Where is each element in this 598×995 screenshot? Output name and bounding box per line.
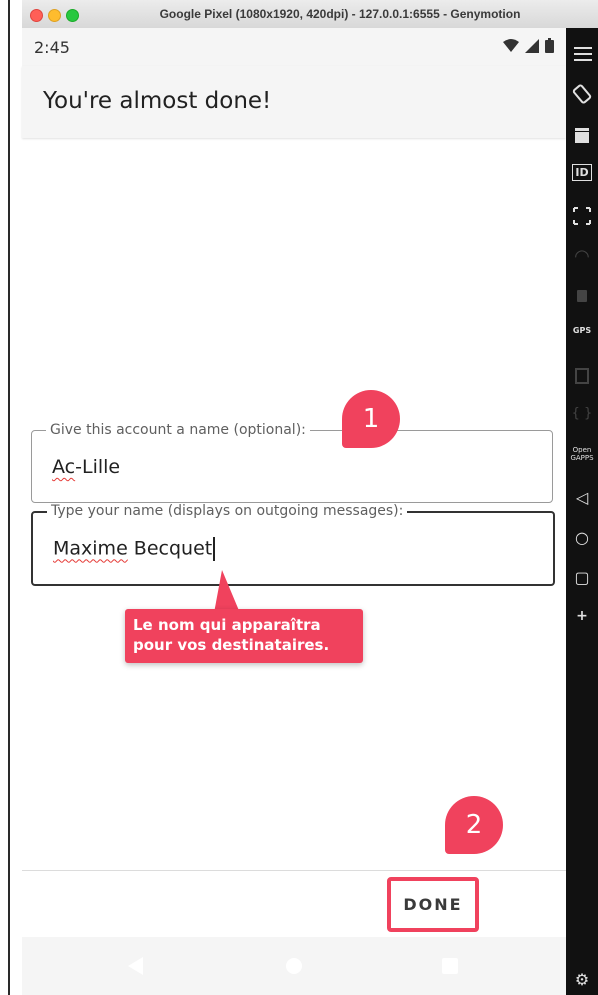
- recents-icon[interactable]: ▢: [566, 568, 598, 587]
- account-name-rest: -Lille: [75, 456, 121, 478]
- annotation-badge-1: 1: [342, 390, 400, 448]
- signal-icon: [525, 38, 539, 53]
- home-icon[interactable]: ○: [566, 528, 598, 547]
- camera-icon[interactable]: [566, 126, 598, 146]
- genymotion-sidebar: ID ◠ GPS { } Open GAPPS ◁ ○ ▢ + ⚙: [566, 28, 598, 995]
- account-name-input[interactable]: Ac-Lille: [52, 456, 120, 478]
- status-bar: 2:45: [22, 28, 566, 66]
- callout-pointer: [214, 570, 240, 613]
- page-title: You're almost done!: [43, 88, 272, 114]
- open-gapps-icon[interactable]: Open GAPPS: [566, 446, 598, 462]
- device-screen: 2:45 You're almost done! Give this accou…: [22, 28, 566, 995]
- device-id-icon[interactable]: ID: [566, 164, 598, 181]
- annotation-badge-2: 2: [445, 796, 503, 854]
- android-nav-bar: [22, 937, 566, 995]
- done-button[interactable]: DONE: [387, 877, 479, 932]
- your-name-input[interactable]: Maxime Becquet: [53, 537, 216, 561]
- status-time: 2:45: [34, 38, 70, 57]
- nav-home-icon[interactable]: [286, 958, 302, 974]
- your-name-rest: Becquet: [127, 537, 213, 560]
- nav-back-icon[interactable]: [128, 957, 143, 975]
- cast-icon[interactable]: ◠: [566, 246, 598, 267]
- pixel-perfect-icon[interactable]: [566, 206, 598, 226]
- gps-icon[interactable]: GPS: [566, 326, 598, 335]
- menu-icon[interactable]: [566, 44, 598, 64]
- your-name-label: Type your name (displays on outgoing mes…: [47, 503, 408, 519]
- rotate-icon[interactable]: [566, 84, 598, 104]
- account-name-misspelled: Ac: [52, 456, 76, 478]
- account-name-field[interactable]: Give this account a name (optional): Ac-…: [31, 422, 553, 503]
- account-name-label: Give this account a name (optional):: [46, 422, 310, 438]
- window-titlebar: Google Pixel (1080x1920, 420dpi) - 127.0…: [22, 0, 598, 29]
- annotation-callout: Le nom qui apparaîtra pour vos destinata…: [125, 609, 363, 663]
- left-window-edge: [0, 0, 23, 995]
- app-bar: You're almost done!: [22, 66, 566, 138]
- media-icon[interactable]: [566, 366, 598, 386]
- battery-icon: [545, 38, 554, 53]
- settings-gear-icon[interactable]: ⚙: [566, 970, 598, 989]
- sim-icon[interactable]: [566, 286, 598, 306]
- code-icon[interactable]: { }: [566, 406, 598, 421]
- back-icon[interactable]: ◁: [566, 488, 598, 507]
- text-caret: [213, 537, 216, 561]
- status-icons: [503, 38, 554, 53]
- volume-up-icon[interactable]: +: [566, 608, 598, 624]
- nav-recents-icon[interactable]: [442, 958, 458, 974]
- wifi-icon: [503, 38, 519, 52]
- your-name-field[interactable]: Type your name (displays on outgoing mes…: [31, 503, 555, 586]
- bottom-divider: [22, 870, 566, 871]
- your-name-misspelled: Maxime: [53, 537, 128, 560]
- window-title: Google Pixel (1080x1920, 420dpi) - 127.0…: [159, 7, 521, 21]
